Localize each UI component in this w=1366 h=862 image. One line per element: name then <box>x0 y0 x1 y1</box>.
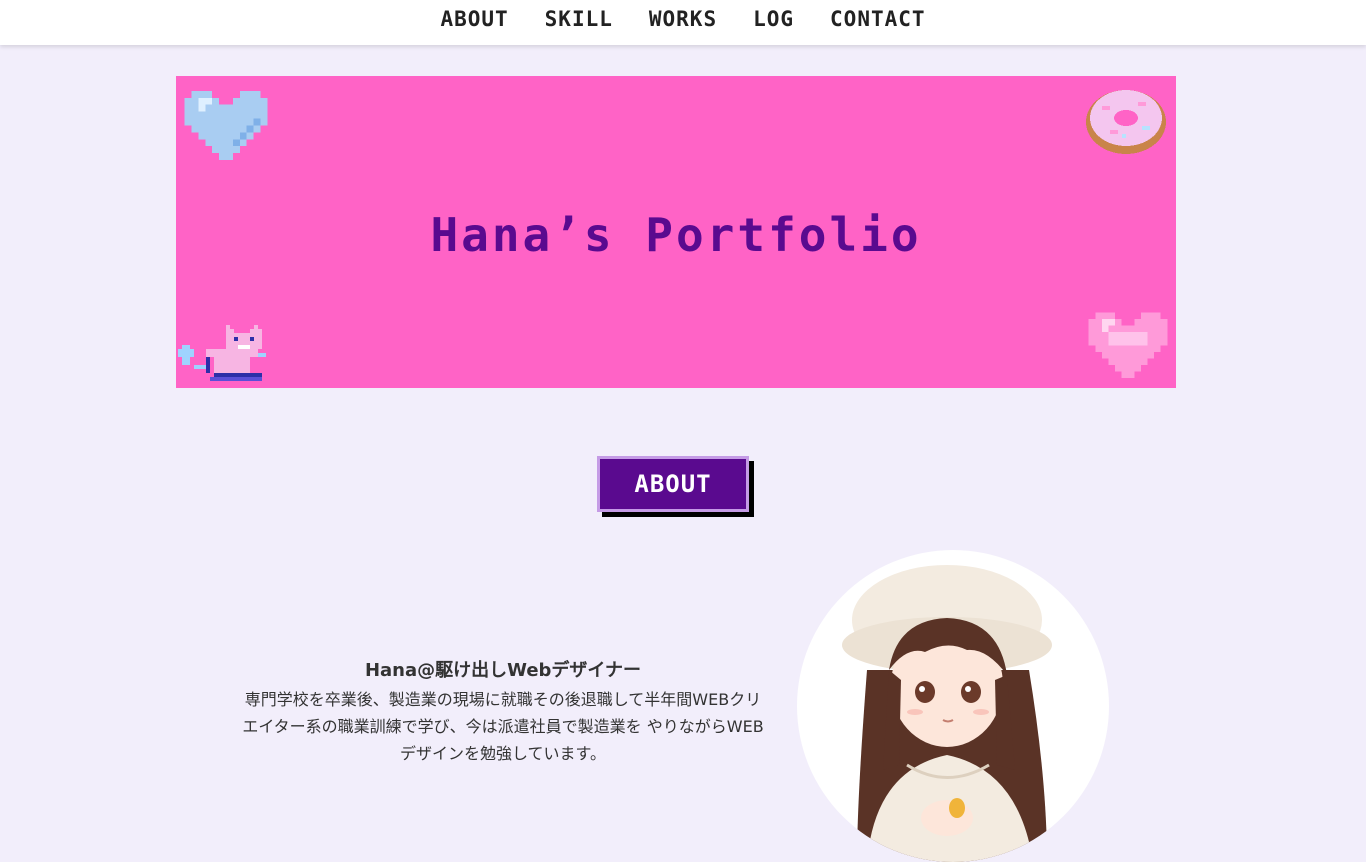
top-navigation: ABOUT SKILL WORKS LOG CONTACT <box>0 0 1366 45</box>
about-section-button[interactable]: ABOUT <box>597 456 749 512</box>
author-name: Hana@駆け出しWebデザイナー <box>364 660 642 681</box>
page-title: Hana’s Portfolio <box>430 208 922 262</box>
cat-icon <box>178 325 266 381</box>
nav-skill-link[interactable]: SKILL <box>545 7 613 31</box>
avatar-illustration <box>842 565 1052 862</box>
about-intro: Hana@駆け出しWebデザイナー 専門学校を卒業後、製造業の現場に就職その後退… <box>238 658 768 767</box>
nav-works-link[interactable]: WORKS <box>649 7 717 31</box>
avatar <box>797 550 1109 862</box>
heart-icon <box>184 90 268 160</box>
heart-icon <box>1088 312 1168 378</box>
nav-contact-link[interactable]: CONTACT <box>830 7 926 31</box>
nav-about-link[interactable]: ABOUT <box>440 7 508 31</box>
nav-log-link[interactable]: LOG <box>753 7 794 31</box>
author-description: 専門学校を卒業後、製造業の現場に就職その後退職して半年間WEBクリエイター系の職… <box>242 690 764 763</box>
donut-icon <box>1086 90 1166 154</box>
